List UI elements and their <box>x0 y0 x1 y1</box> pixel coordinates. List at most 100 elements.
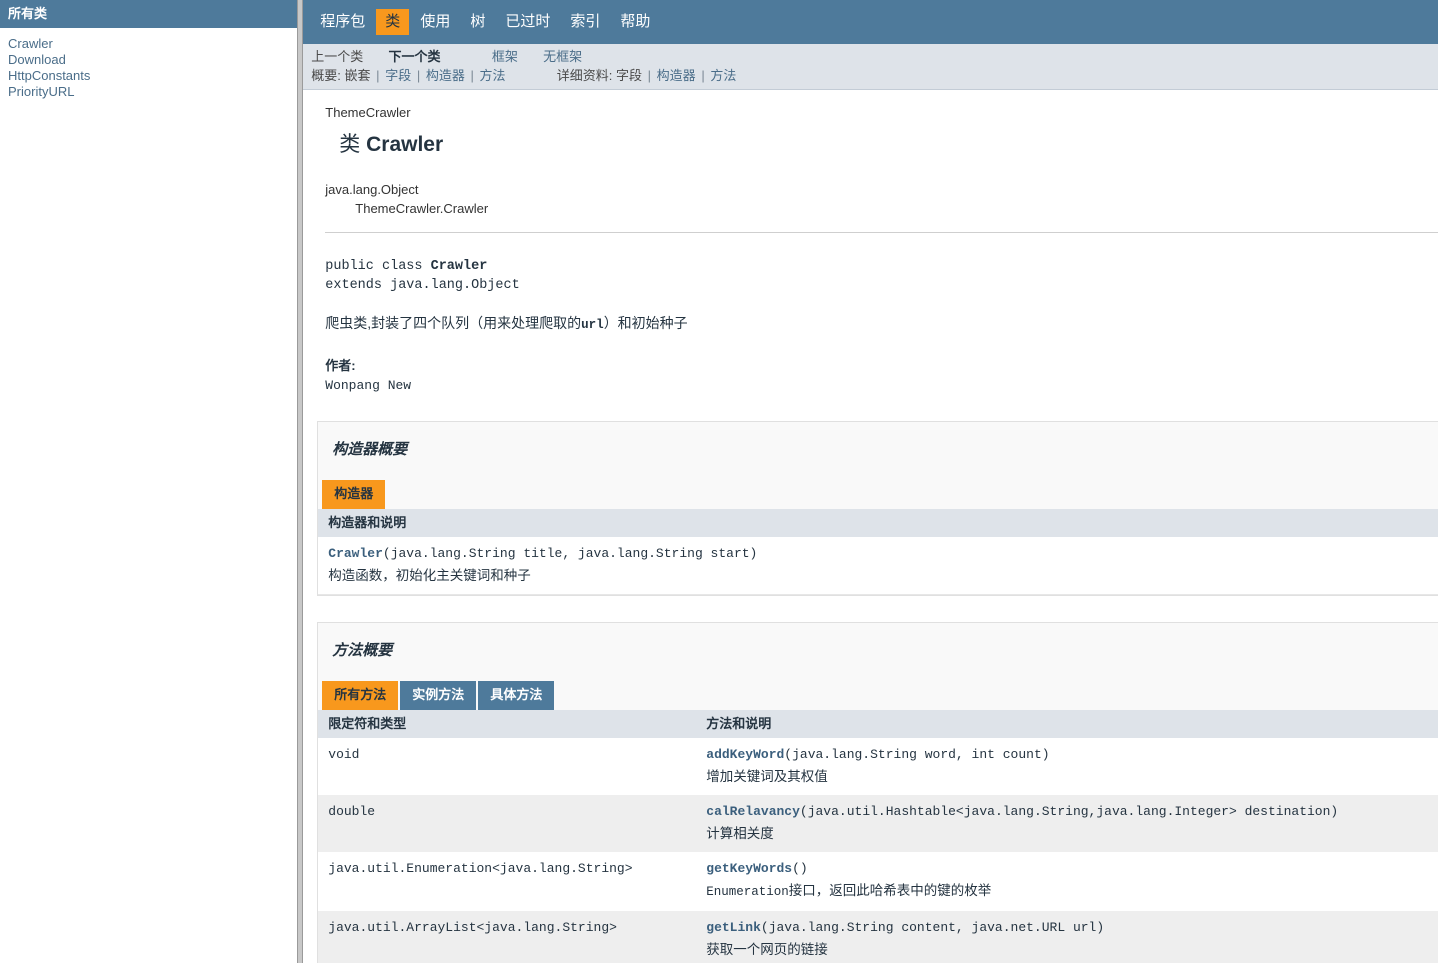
declaration-modifiers: public class <box>325 259 431 274</box>
constructor-cell: Crawler(java.lang.String title, java.lan… <box>318 537 1438 595</box>
method-description-code: Enumeration <box>706 885 789 899</box>
method-return-type: java.util.Enumeration<java.lang.String> <box>318 852 697 911</box>
frames-link[interactable]: 框架 <box>492 49 518 64</box>
sidebar-item-priorityurl[interactable]: PriorityURL <box>8 84 74 99</box>
divider <box>325 232 1438 233</box>
method-link-addkeyword[interactable]: addKeyWord <box>706 747 784 762</box>
constructor-description: 构造函数，初始化主关键词和种子 <box>328 568 531 583</box>
detail-method-link[interactable]: 方法 <box>710 68 736 83</box>
constructor-tab-row: 构造器 <box>322 480 1438 509</box>
table-row: Crawler(java.lang.String title, java.lan… <box>318 537 1438 595</box>
list-item: PriorityURL <box>8 84 297 100</box>
class-description: 爬虫类,封装了四个队列（用来处理爬取的url）和初始种子 <box>325 313 1438 335</box>
summary-method-link[interactable]: 方法 <box>480 68 506 83</box>
class-description-code: url <box>581 318 604 332</box>
column-header-modifier-type: 限定符和类型 <box>318 710 697 738</box>
tab-packages[interactable]: 程序包 <box>311 9 374 35</box>
method-description-text: 接口，返回此哈希表中的键的枚举 <box>788 883 992 898</box>
method-description: 计算相关度 <box>706 826 774 841</box>
method-return-type: void <box>318 738 697 795</box>
method-description: 获取一个网页的链接 <box>706 942 828 957</box>
tab-help[interactable]: 帮助 <box>611 9 659 35</box>
tab-tree[interactable]: 树 <box>461 9 494 35</box>
nav-separator: | <box>470 68 474 83</box>
table-row: java.util.Enumeration<java.lang.String> … <box>318 852 1438 911</box>
tab-instance-methods[interactable]: 实例方法 <box>400 681 477 710</box>
inheritance-level-1: java.lang.Object <box>325 182 419 197</box>
class-declaration: public class Crawler extends java.lang.O… <box>325 257 1438 295</box>
tab-index[interactable]: 索引 <box>561 9 609 35</box>
declaration-class-name: Crawler <box>430 259 488 274</box>
sidebar-item-crawler[interactable]: Crawler <box>8 36 53 51</box>
method-cell: getLink(java.lang.String content, java.n… <box>696 911 1438 963</box>
method-signature: () <box>792 861 808 876</box>
method-link-getkeywords[interactable]: getKeyWords <box>706 861 792 876</box>
no-frames-link[interactable]: 无框架 <box>543 49 582 64</box>
all-classes-list: Crawler Download HttpConstants PriorityU… <box>0 28 297 100</box>
prev-class-label: 上一个类 <box>311 49 364 64</box>
detail-constructor-link[interactable]: 构造器 <box>657 68 696 83</box>
tab-deprecated[interactable]: 已过时 <box>496 9 559 35</box>
summary-nested-label: 嵌套 <box>344 68 371 83</box>
inheritance-tree: java.lang.Object ThemeCrawler.Crawler <box>325 180 1438 218</box>
next-class-link[interactable]: 下一个类 <box>389 49 441 64</box>
package-name: ThemeCrawler <box>325 105 411 120</box>
summary-field-link[interactable]: 字段 <box>385 68 411 83</box>
tab-concrete-methods[interactable]: 具体方法 <box>478 681 555 710</box>
detail-field-label: 字段 <box>616 68 643 83</box>
method-summary-table: 限定符和类型 方法和说明 void addKeyWord(java.lang.S… <box>318 710 1438 963</box>
table-row: java.util.ArrayList<java.lang.String> ge… <box>318 911 1438 963</box>
method-summary-section: 方法概要 所有方法 实例方法 具体方法 限定符和类型 方法和说明 void ad… <box>317 622 1438 963</box>
method-link-calrelavancy[interactable]: calRelavancy <box>706 804 800 819</box>
column-header-constructor: 构造器和说明 <box>318 509 1438 537</box>
method-link-getlink[interactable]: getLink <box>706 920 761 935</box>
sub-nav-row-prev-next: 上一个类 下一个类 框架 无框架 <box>311 47 1438 66</box>
sidebar-item-httpconstants[interactable]: HttpConstants <box>8 68 90 83</box>
inheritance-level-2: ThemeCrawler.Crawler <box>355 201 489 216</box>
sidebar-item-download[interactable]: Download <box>8 52 66 67</box>
nav-separator: | <box>647 68 652 83</box>
table-head: 限定符和类型 方法和说明 <box>318 710 1438 738</box>
table-header-row: 构造器和说明 <box>318 509 1438 537</box>
summary-constructor-link[interactable]: 构造器 <box>426 68 465 83</box>
method-return-type: java.util.ArrayList<java.lang.String> <box>318 911 697 963</box>
table-row: double calRelavancy(java.util.Hashtable<… <box>318 795 1438 852</box>
table-header-row: 限定符和类型 方法和说明 <box>318 710 1438 738</box>
column-header-method-description: 方法和说明 <box>696 710 1438 738</box>
method-tab-row: 所有方法 实例方法 具体方法 <box>322 681 1438 710</box>
javadoc-frameset: 所有类 Crawler Download HttpConstants Prior… <box>0 0 1438 963</box>
sub-navigation-bar: 上一个类 下一个类 框架 无框架 概要: 嵌套 | 字段 | 构造器 | 方法 … <box>303 44 1438 90</box>
constructor-summary-heading: 构造器概要 <box>332 441 408 458</box>
all-classes-header: 所有类 <box>0 0 298 28</box>
method-description: 增加关键词及其权值 <box>706 769 828 784</box>
author-value: Wonpang New <box>325 378 412 393</box>
method-cell: calRelavancy(java.util.Hashtable<java.la… <box>696 795 1438 852</box>
tab-all-methods[interactable]: 所有方法 <box>322 681 399 710</box>
table-head: 构造器和说明 <box>318 509 1438 537</box>
tab-use[interactable]: 使用 <box>411 9 459 35</box>
class-title-keyword: 类 <box>339 133 367 156</box>
constructor-summary-table: 构造器和说明 Crawler(java.lang.String title, j… <box>318 509 1438 595</box>
main-content: ThemeCrawler 类 Crawler java.lang.Object … <box>303 90 1438 963</box>
constructor-signature: (java.lang.String title, java.lang.Strin… <box>382 546 758 561</box>
top-navigation-bar: 程序包 类 使用 树 已过时 索引 帮助 <box>303 0 1438 44</box>
method-cell: getKeyWords() Enumeration接口，返回此哈希表中的键的枚举 <box>696 852 1438 911</box>
author-label: 作者: <box>325 358 356 373</box>
class-title-name: Crawler <box>366 133 444 156</box>
method-description: Enumeration接口，返回此哈希表中的键的枚举 <box>706 880 1438 903</box>
sub-nav-row-summary-detail: 概要: 嵌套 | 字段 | 构造器 | 方法 详细资料: 字段 | 构造器 | … <box>311 66 1438 85</box>
class-doc-frame: 程序包 类 使用 树 已过时 索引 帮助 上一个类 下一个类 框架 无框架 概要… <box>303 0 1438 963</box>
tab-class[interactable]: 类 <box>376 9 410 35</box>
declaration-line-1: public class Crawler <box>325 257 1438 276</box>
constructor-link-crawler[interactable]: Crawler <box>328 546 383 561</box>
nav-separator: | <box>376 68 380 83</box>
method-cell: addKeyWord(java.lang.String word, int co… <box>696 738 1438 795</box>
method-signature: (java.lang.String word, int count) <box>784 747 1050 762</box>
summary-label: 概要: <box>311 68 341 83</box>
table-body: Crawler(java.lang.String title, java.lan… <box>318 537 1438 595</box>
method-return-type: double <box>318 795 697 852</box>
method-signature: (java.util.Hashtable<java.lang.String,ja… <box>799 804 1339 819</box>
declaration-line-2: extends java.lang.Object <box>325 278 520 293</box>
class-description-part-2: ）和初始种子 <box>603 315 688 331</box>
tab-constructors[interactable]: 构造器 <box>322 480 386 509</box>
